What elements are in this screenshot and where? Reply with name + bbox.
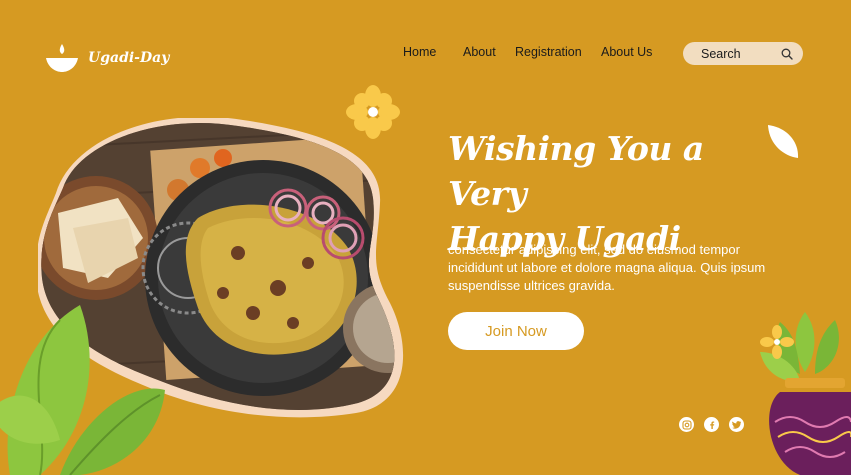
nav-registration[interactable]: Registration [515,45,582,59]
hero-description: consectetur adipiscing elit, sed do eius… [448,242,766,293]
facebook-icon[interactable] [704,417,719,432]
brand-name: Ugadi-Day [88,50,170,66]
landing-page: Ugadi-Day Home About Registration About … [0,0,851,475]
search-box [683,42,803,65]
nav-about[interactable]: About [463,45,496,59]
twitter-icon[interactable] [729,417,744,432]
hero-headline-line1: Wishing You a Very [448,129,704,213]
nav-about-us[interactable]: About Us [601,45,652,59]
search-icon[interactable] [781,48,793,60]
social-links [679,417,744,432]
search-input[interactable] [701,46,781,61]
join-now-button[interactable]: Join Now [448,312,584,350]
instagram-icon[interactable] [679,417,694,432]
brand-logo[interactable]: Ugadi-Day [44,40,169,76]
kalash-pot-decoration [760,312,851,475]
leaves-decoration [0,305,165,475]
leaf-decoration [768,125,799,158]
diya-lamp-icon [46,44,78,72]
nav-home[interactable]: Home [403,45,436,59]
